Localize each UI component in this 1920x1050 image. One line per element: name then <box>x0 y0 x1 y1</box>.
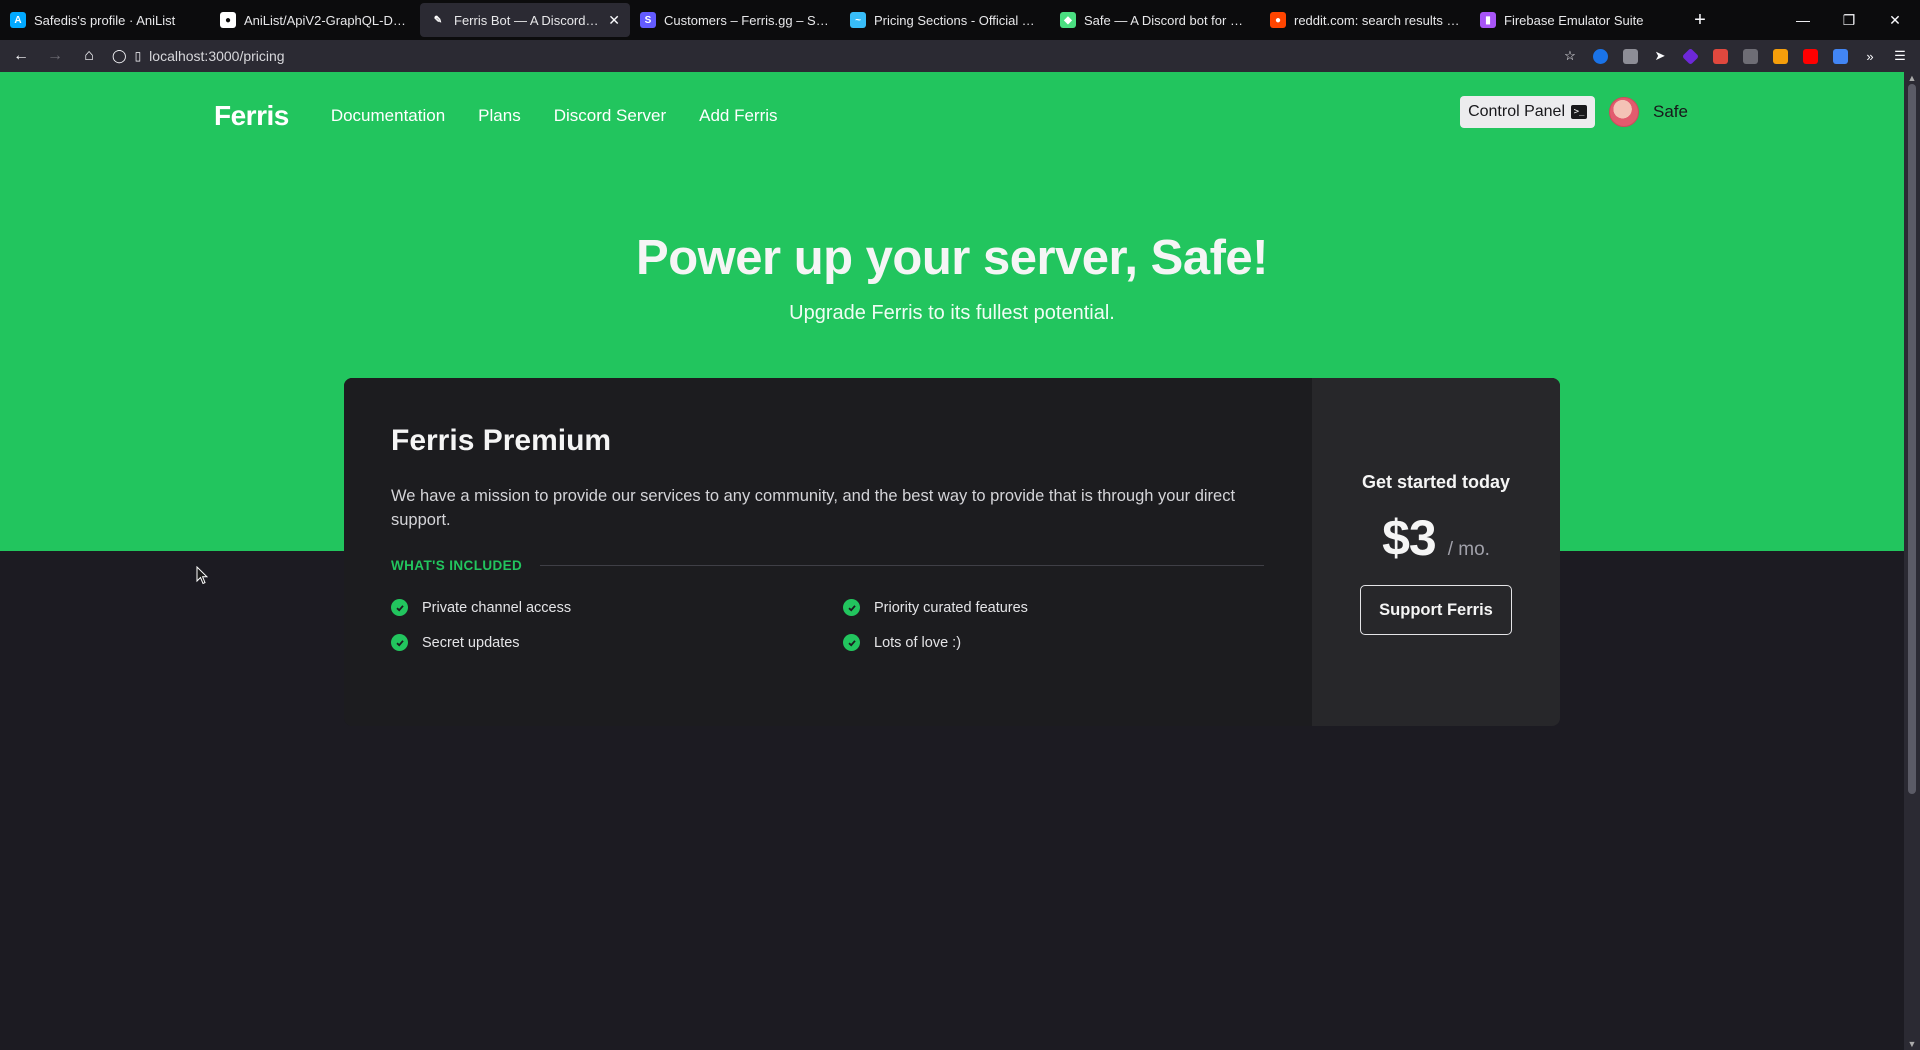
avatar[interactable] <box>1609 97 1640 127</box>
tab-list: A Safedis's profile · AniList ● AniList/Api… <box>0 3 1680 37</box>
tab-title: Pricing Sections - Official Tailwin <box>874 12 1040 28</box>
new-tab-button[interactable]: + <box>1680 3 1720 37</box>
tab-title: Ferris Bot — A Discord bot for <box>454 12 600 28</box>
site-header: Ferris Documentation Plans Discord Serve… <box>214 94 1688 138</box>
close-tab-icon[interactable]: ✕ <box>608 12 620 29</box>
browser-tab[interactable]: ● AniList/ApiV2-GraphQL-Docs: A <box>210 3 420 37</box>
home-button[interactable]: ⌂ <box>72 42 106 70</box>
control-panel-label: Control Panel <box>1468 103 1566 120</box>
page-viewport: Ferris Documentation Plans Discord Serve… <box>0 72 1904 1050</box>
tab-title: Firebase Emulator Suite <box>1504 12 1644 28</box>
check-circle-icon <box>391 599 408 616</box>
arrow-extension-icon[interactable]: ➤ <box>1650 46 1670 66</box>
check-circle-icon <box>843 634 860 651</box>
feature-label: Lots of love :) <box>874 634 962 651</box>
feature-item: Secret updates <box>391 634 843 651</box>
ublock-icon[interactable] <box>1620 46 1640 66</box>
plan-title: Ferris Premium <box>391 424 612 457</box>
hamburger-menu-icon[interactable]: ☰ <box>1890 46 1910 66</box>
github-icon: ● <box>220 12 236 28</box>
feature-list: Private channel access Priority curated … <box>391 599 1264 651</box>
feature-label: Priority curated features <box>874 599 1028 616</box>
youtube-extension-icon[interactable] <box>1800 46 1820 66</box>
page-subtitle: Upgrade Ferris to its fullest potential. <box>789 302 1115 324</box>
page-icon: ▯ <box>134 49 142 63</box>
feature-item: Priority curated features <box>843 599 1243 616</box>
terminal-icon: >_ <box>1571 105 1588 119</box>
extensions-row: ☆ ➤ » ☰ <box>1560 40 1910 72</box>
scroll-down-icon[interactable]: ▼ <box>1904 1038 1920 1050</box>
tab-title: AniList/ApiV2-GraphQL-Docs: A <box>244 12 410 28</box>
url-text[interactable]: localhost:3000/pricing <box>149 48 284 64</box>
mouse-cursor-icon <box>196 566 208 585</box>
tab-title: Safedis's profile · AniList <box>34 12 176 28</box>
orange-extension-icon[interactable] <box>1770 46 1790 66</box>
nav-documentation[interactable]: Documentation <box>331 106 445 126</box>
forward-button[interactable]: → <box>38 42 72 70</box>
scroll-up-icon[interactable]: ▲ <box>1904 72 1920 84</box>
browser-tab-bar: A Safedis's profile · AniList ● AniList/Api… <box>0 0 1920 40</box>
included-heading: WHAT'S INCLUDED <box>391 558 1264 573</box>
plan-pricing: Get started today $3 / mo. Support Ferri… <box>1312 378 1560 726</box>
feature-item: Lots of love :) <box>843 634 1243 651</box>
header-actions: Control Panel >_ Safe <box>1460 96 1688 128</box>
pricing-heading: Get started today <box>1361 472 1511 492</box>
nav-discord-server[interactable]: Discord Server <box>554 106 666 126</box>
scroll-thumb[interactable] <box>1908 84 1916 794</box>
tab-title: reddit.com: search results - icon <box>1294 12 1460 28</box>
divider <box>540 565 1264 566</box>
docs-extension-icon[interactable] <box>1830 46 1850 66</box>
feature-label: Secret updates <box>422 634 520 651</box>
price-amount: $3 <box>1382 510 1437 566</box>
brand-logo[interactable]: Ferris <box>214 100 289 132</box>
tab-title: Safe — A Discord bot for protect <box>1084 12 1250 28</box>
close-window-button[interactable]: ✕ <box>1872 0 1918 40</box>
password-manager-icon[interactable] <box>1590 46 1610 66</box>
bookmark-star-icon[interactable]: ☆ <box>1560 46 1580 66</box>
safe-icon: ◆ <box>1060 12 1076 28</box>
restore-button[interactable]: ❐ <box>1826 0 1872 40</box>
diamond-extension-icon[interactable] <box>1680 46 1700 66</box>
support-ferris-button[interactable]: Support Ferris <box>1360 585 1512 635</box>
browser-tab[interactable]: S Customers – Ferris.gg – Stripe <box>630 3 840 37</box>
nav-plans[interactable]: Plans <box>478 106 521 126</box>
page-scrollbar[interactable]: ▲ ▼ <box>1904 72 1920 1050</box>
url-bar[interactable]: ◯ ▯ localhost:3000/pricing <box>112 42 285 70</box>
pricing-card: Ferris Premium We have a mission to prov… <box>344 378 1560 726</box>
tailwind-icon: ~ <box>850 12 866 28</box>
price-period: / mo. <box>1447 539 1490 560</box>
browser-tab[interactable]: ● reddit.com: search results - icon <box>1260 3 1470 37</box>
red-extension-icon[interactable] <box>1710 46 1730 66</box>
check-circle-icon <box>391 634 408 651</box>
stripe-icon: S <box>640 12 656 28</box>
plan-description: We have a mission to provide our service… <box>391 487 1236 529</box>
browser-tab[interactable]: A Safedis's profile · AniList <box>0 3 210 37</box>
overflow-chevron-icon[interactable]: » <box>1860 46 1880 66</box>
feature-label: Private channel access <box>422 599 572 616</box>
plan-details: Ferris Premium We have a mission to prov… <box>344 378 1312 726</box>
browser-tab[interactable]: ✎ Ferris Bot — A Discord bot for ✕ <box>420 3 630 37</box>
price-row: $3 / mo. <box>1382 509 1490 567</box>
feature-item: Private channel access <box>391 599 843 616</box>
back-button[interactable]: ← <box>4 42 38 70</box>
included-label: WHAT'S INCLUDED <box>391 558 523 573</box>
minimize-button[interactable]: — <box>1780 0 1826 40</box>
browser-tab[interactable]: ◆ Safe — A Discord bot for protect <box>1050 3 1260 37</box>
browser-toolbar: ← → ⌂ ◯ ▯ localhost:3000/pricing ☆ ➤ » ☰ <box>0 40 1920 72</box>
ferris-icon: ✎ <box>430 12 446 28</box>
anilist-icon: A <box>10 12 26 28</box>
shield-icon[interactable]: ◯ <box>112 48 127 64</box>
nav-add-ferris[interactable]: Add Ferris <box>699 106 777 126</box>
user-name[interactable]: Safe <box>1653 102 1688 122</box>
check-circle-icon <box>843 599 860 616</box>
browser-tab[interactable]: ~ Pricing Sections - Official Tailwin <box>840 3 1050 37</box>
control-panel-button[interactable]: Control Panel >_ <box>1460 96 1596 128</box>
gray-extension-icon[interactable] <box>1740 46 1760 66</box>
reddit-icon: ● <box>1270 12 1286 28</box>
browser-tab[interactable]: ▮ Firebase Emulator Suite <box>1470 3 1680 37</box>
tab-title: Customers – Ferris.gg – Stripe <box>664 12 830 28</box>
page-title: Power up your server, Safe! <box>636 231 1268 285</box>
firebase-icon: ▮ <box>1480 12 1496 28</box>
